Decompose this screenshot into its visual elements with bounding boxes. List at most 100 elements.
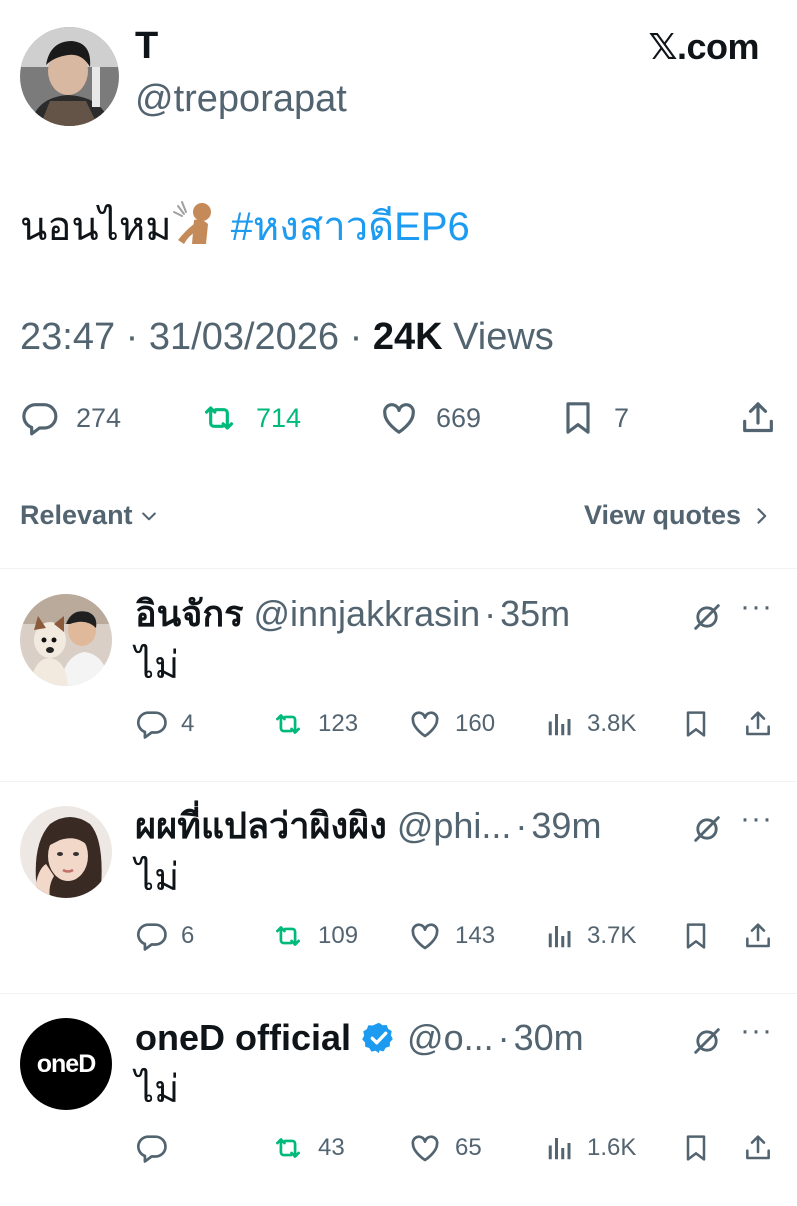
reply-avatar[interactable] (20, 594, 112, 686)
heart-icon (383, 403, 415, 434)
view-quotes-label: View quotes (583, 500, 741, 530)
meta-separator: · (125, 316, 139, 358)
grok-icon (694, 604, 720, 630)
repost-icon (204, 406, 234, 430)
reply-reply-button[interactable]: 6 (135, 914, 194, 958)
share-button[interactable] (738, 393, 778, 443)
views-count: 24K (372, 316, 443, 358)
author-avatar[interactable] (20, 27, 119, 126)
reply-repost-count: 123 (318, 710, 359, 737)
reply-like-button[interactable]: 160 (407, 702, 495, 746)
reply-author-name[interactable]: oneD official (135, 1016, 351, 1060)
reply-reply-count: 6 (181, 922, 195, 949)
view-quotes-link[interactable]: View quotes (584, 500, 771, 531)
reply-share-button[interactable] (742, 1126, 774, 1170)
onED-logo: oneD (36, 1049, 96, 1078)
reply-text: ไม่ (135, 1069, 180, 1111)
reply-time[interactable]: 39m (531, 804, 601, 848)
reply-views-button[interactable]: 3.7K (545, 914, 636, 958)
like-button[interactable]: 669 (378, 393, 481, 443)
reply-reply-count: 4 (181, 710, 195, 737)
reply-author-handle[interactable]: @phi... (397, 804, 512, 848)
tweet-date[interactable]: 31/03/2026 (149, 316, 339, 358)
more-options-icon[interactable]: ··· (740, 1014, 773, 1048)
reply-avatar[interactable]: oneD (20, 1018, 112, 1110)
reply-author-name[interactable]: ผผที่แปลว่าผิงผิง (135, 804, 387, 848)
reply-views-count: 3.8K (587, 710, 637, 737)
analytics-icon (548, 1138, 571, 1160)
reply-dot: · (497, 1017, 510, 1058)
grok-button[interactable] (690, 812, 724, 851)
share-icon (746, 1135, 770, 1160)
bookmark-button[interactable]: 7 (558, 393, 629, 443)
tweet-meta: 23:47 · 31/03/2026 · 24K Views (20, 314, 554, 360)
reply-repost-count: 109 (318, 922, 359, 949)
reply-like-count: 65 (455, 1134, 482, 1161)
reply-time[interactable]: 35m (500, 592, 570, 636)
reply-reply-button[interactable] (135, 1126, 181, 1170)
tweet-time[interactable]: 23:47 (20, 316, 115, 358)
chevron-right-icon (757, 507, 767, 524)
tweet-body: นอนไหม (20, 205, 172, 249)
repost-button[interactable]: 714 (198, 393, 301, 443)
chevron-down-icon (141, 512, 156, 520)
reply-bookmark-button[interactable] (680, 1126, 712, 1170)
reply-time[interactable]: 30m (514, 1016, 584, 1060)
grok-icon (694, 816, 720, 842)
reply-bookmark-button[interactable] (680, 914, 712, 958)
reply-repost-button[interactable]: 43 (270, 1126, 345, 1170)
bookmark-icon (566, 402, 590, 434)
reply-dot: · (515, 805, 528, 846)
reply-repost-button[interactable]: 109 (270, 914, 358, 958)
more-options-icon[interactable]: ··· (740, 590, 773, 624)
reply-icon (22, 403, 58, 436)
views-label: Views (453, 316, 554, 358)
reply-views-count: 1.6K (587, 1134, 637, 1161)
reply-share-button[interactable] (742, 702, 774, 746)
reply-icon (136, 1135, 167, 1163)
reply-text: ไม่ (135, 645, 180, 687)
share-icon (746, 923, 770, 948)
reply-avatar[interactable] (20, 806, 112, 898)
reply-count: 274 (76, 402, 122, 433)
reply-repost-count: 43 (318, 1134, 345, 1161)
person-bowing-hands-emoji (172, 200, 220, 259)
reply-bookmark-button[interactable] (680, 702, 712, 746)
reply-views-button[interactable]: 3.8K (545, 702, 636, 746)
reply-like-button[interactable]: 143 (407, 914, 495, 958)
reply-icon (136, 711, 167, 739)
repost-count: 714 (256, 402, 302, 433)
more-options-icon[interactable]: ··· (740, 802, 773, 836)
meta-separator: · (349, 316, 363, 358)
sort-dropdown[interactable]: Relevant (20, 500, 159, 531)
heart-icon (411, 1135, 439, 1162)
reply-icon (136, 923, 167, 951)
author-name[interactable]: T (135, 24, 158, 68)
reply-like-button[interactable]: 65 (407, 1126, 482, 1170)
tweet-text: นอนไหม #หงสาวดีEP6 (20, 200, 470, 259)
author-handle[interactable]: @treporapat (135, 76, 347, 122)
reply-like-count: 143 (455, 922, 496, 949)
reply-item[interactable]: oneD oneD official @o... · 30m ··· ไม่ 4… (0, 994, 797, 1206)
reply-reply-button[interactable]: 4 (135, 702, 194, 746)
grok-button[interactable] (690, 1024, 724, 1063)
repost-icon (276, 1138, 300, 1158)
bookmark-icon (686, 711, 706, 737)
grok-button[interactable] (690, 600, 724, 639)
reply-repost-button[interactable]: 123 (270, 702, 358, 746)
reply-item[interactable]: ผผที่แปลว่าผิงผิง @phi... · 39m ··· ไม่ … (0, 782, 797, 994)
verified-badge-icon (362, 1022, 393, 1054)
reply-item[interactable]: อินจักร @innjakkrasin · 35m ··· ไม่ 4 12… (0, 570, 797, 782)
divider (0, 568, 797, 569)
hashtag-link[interactable]: #หงสาวดีEP6 (231, 205, 470, 249)
reply-author-handle[interactable]: @o... (407, 1016, 494, 1060)
analytics-icon (548, 926, 571, 948)
bookmark-icon (686, 1135, 706, 1161)
reply-author-name[interactable]: อินจักร (135, 592, 243, 636)
reply-action-bar: 6 109 143 3.7K (0, 914, 797, 958)
reply-author-handle[interactable]: @innjakkrasin (253, 592, 480, 636)
reply-share-button[interactable] (742, 914, 774, 958)
reply-button[interactable]: 274 (20, 393, 121, 443)
reply-views-button[interactable]: 1.6K (545, 1126, 636, 1170)
sort-label: Relevant (20, 500, 133, 530)
